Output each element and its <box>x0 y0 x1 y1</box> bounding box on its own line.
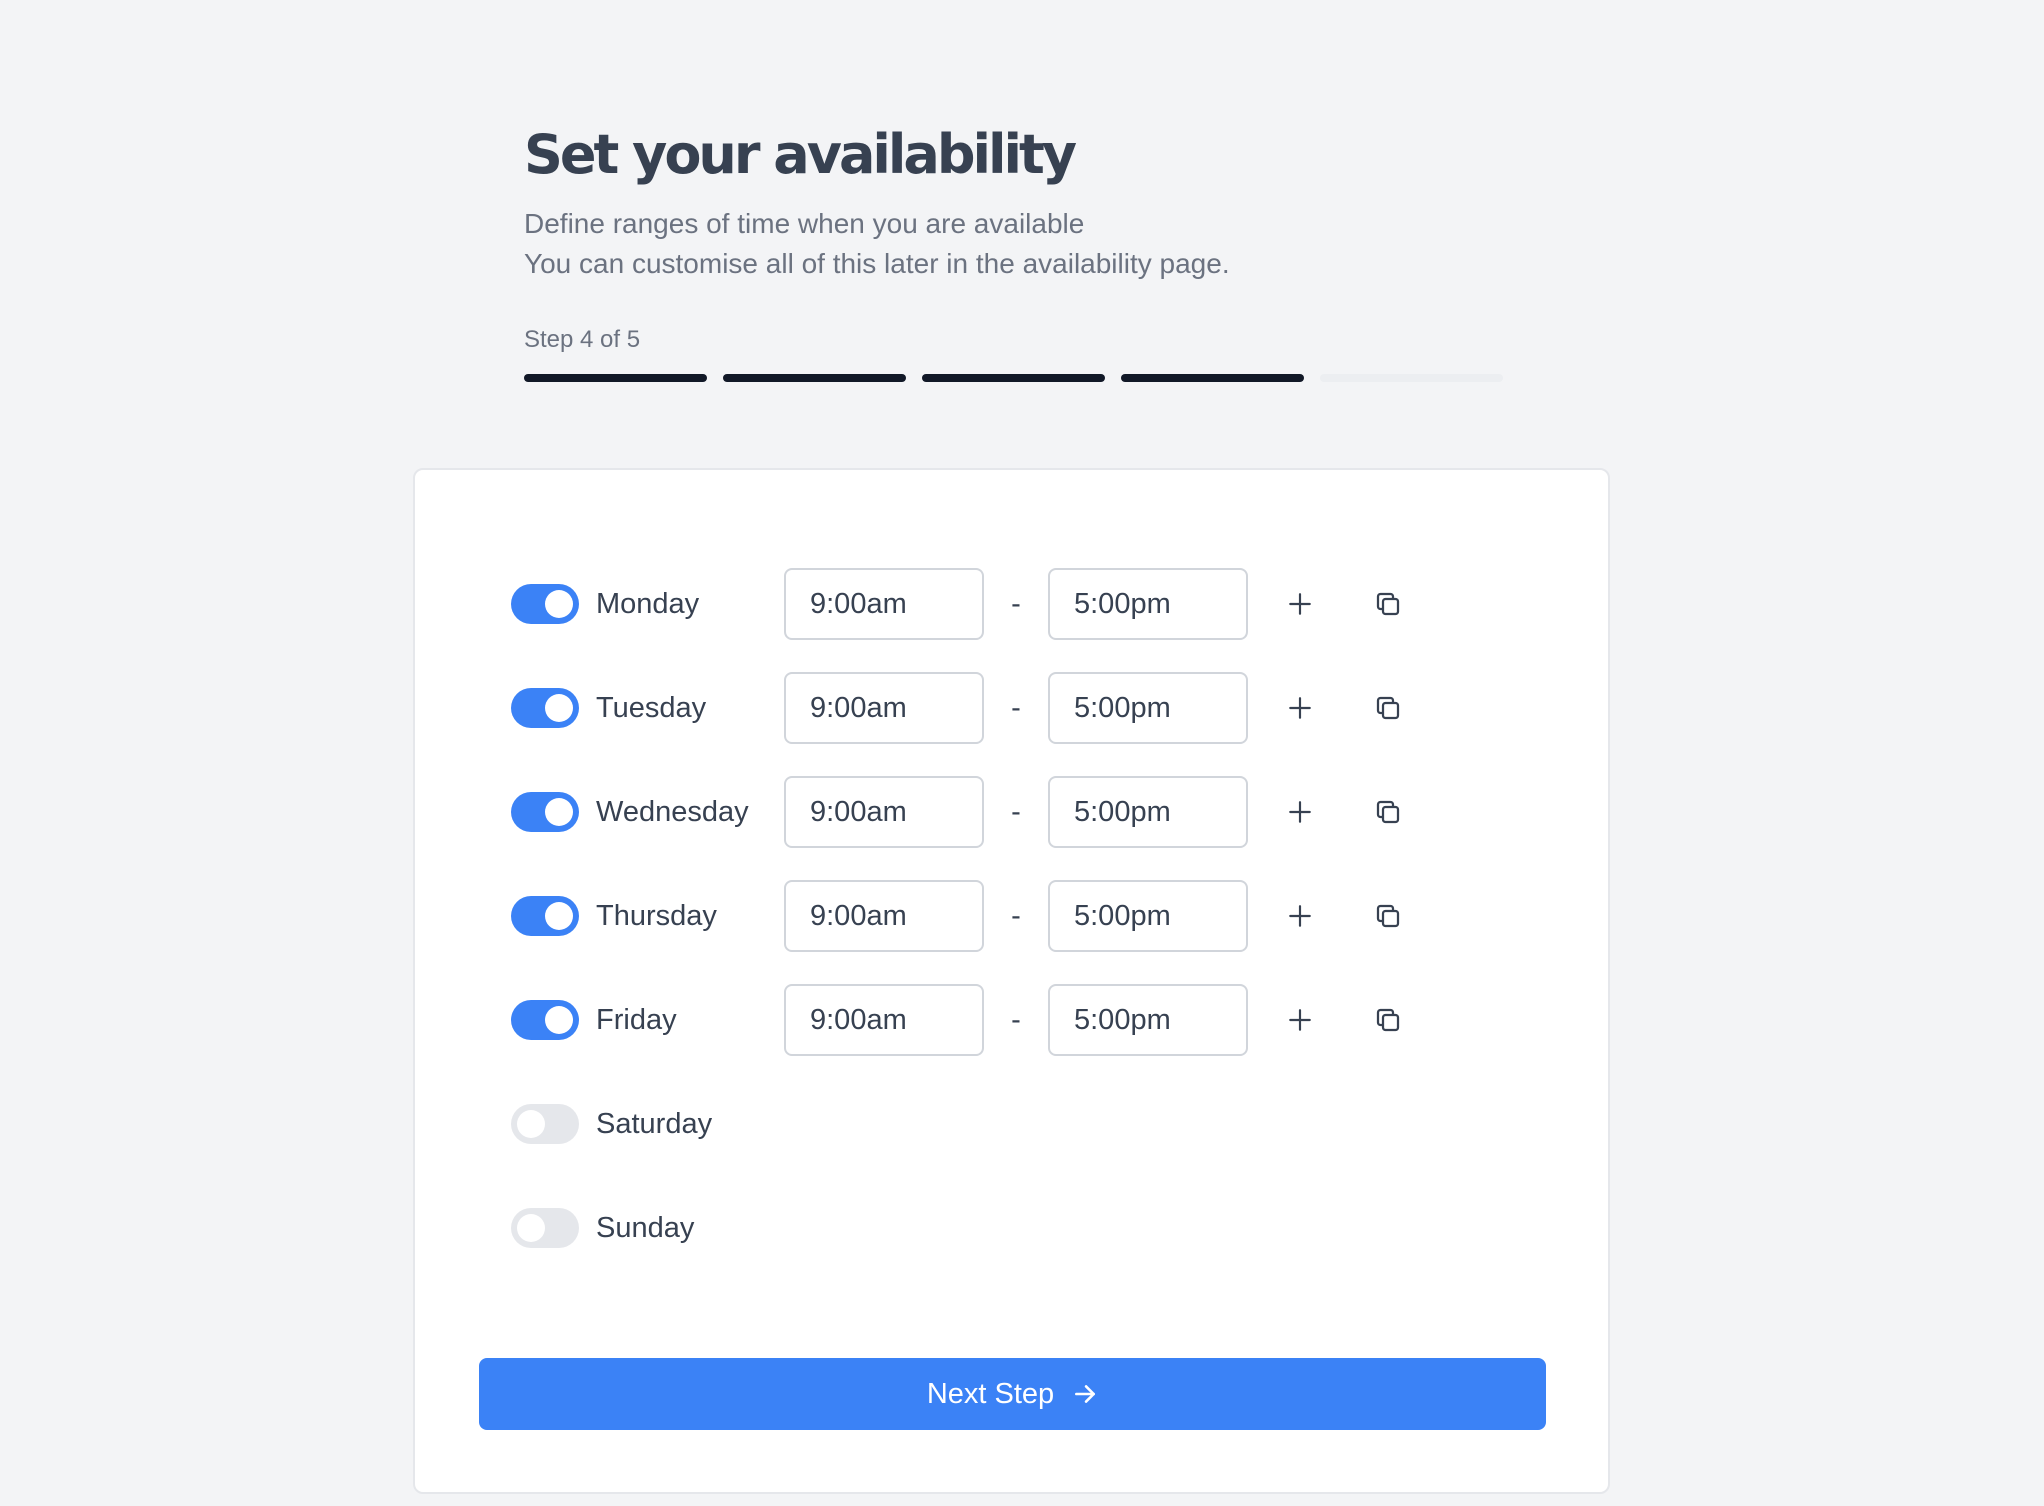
day-label-monday: Monday <box>596 587 700 620</box>
start-time-friday[interactable]: 9:00am <box>784 984 984 1056</box>
plus-icon[interactable] <box>1280 584 1320 624</box>
copy-icon[interactable] <box>1368 584 1408 624</box>
toggle-monday[interactable] <box>511 584 579 624</box>
availability-card: Monday 9:00am -5:00pm Tuesday 9:00am -5:00pm W… <box>413 468 1610 1494</box>
toggle-knob <box>545 590 573 618</box>
toggle-knob <box>517 1214 545 1242</box>
end-time-tuesday[interactable]: 5:00pm <box>1048 672 1248 744</box>
day-row-saturday: Saturday <box>511 1088 784 1160</box>
start-time-thursday[interactable]: 9:00am <box>784 880 984 952</box>
copy-icon[interactable] <box>1368 688 1408 728</box>
day-row-tuesday: Tuesday 9:00am -5:00pm <box>511 672 1408 744</box>
day-label-tuesday: Tuesday <box>596 691 707 724</box>
toggle-saturday[interactable] <box>511 1104 579 1144</box>
day-label-wednesday: Wednesday <box>596 795 749 828</box>
end-time-monday[interactable]: 5:00pm <box>1048 568 1248 640</box>
toggle-thursday[interactable] <box>511 896 579 936</box>
page-subtitle: Define ranges of time when you are avail… <box>524 204 1524 284</box>
copy-icon[interactable] <box>1368 792 1408 832</box>
toggle-wednesday[interactable] <box>511 792 579 832</box>
day-label-friday: Friday <box>596 1003 677 1036</box>
time-range-separator: - <box>1011 1003 1021 1036</box>
toggle-knob <box>545 902 573 930</box>
page-title: Set your availability <box>524 123 1077 186</box>
day-row-monday: Monday 9:00am -5:00pm <box>511 568 1408 640</box>
plus-icon[interactable] <box>1280 896 1320 936</box>
progress-segment-4 <box>1121 374 1304 382</box>
progress-segment-1 <box>524 374 707 382</box>
start-time-tuesday[interactable]: 9:00am <box>784 672 984 744</box>
plus-icon[interactable] <box>1280 1000 1320 1040</box>
step-progress <box>524 374 1524 382</box>
start-time-monday[interactable]: 9:00am <box>784 568 984 640</box>
time-range-separator: - <box>1011 795 1021 828</box>
toggle-knob <box>545 798 573 826</box>
copy-icon[interactable] <box>1368 896 1408 936</box>
progress-segment-2 <box>723 374 906 382</box>
end-time-wednesday[interactable]: 5:00pm <box>1048 776 1248 848</box>
toggle-knob <box>517 1110 545 1138</box>
toggle-knob <box>545 694 573 722</box>
time-range-separator: - <box>1011 691 1021 724</box>
day-row-thursday: Thursday 9:00am -5:00pm <box>511 880 1408 952</box>
page-header: Set your availability Define ranges of t… <box>524 120 1524 382</box>
time-range-separator: - <box>1011 587 1021 620</box>
toggle-tuesday[interactable] <box>511 688 579 728</box>
toggle-friday[interactable] <box>511 1000 579 1040</box>
next-step-label: Next Step <box>926 1377 1055 1410</box>
progress-segment-3 <box>922 374 1105 382</box>
plus-icon[interactable] <box>1280 688 1320 728</box>
toggle-sunday[interactable] <box>511 1208 579 1248</box>
toggle-knob <box>545 1006 573 1034</box>
plus-icon[interactable] <box>1280 792 1320 832</box>
end-time-thursday[interactable]: 5:00pm <box>1048 880 1248 952</box>
subtitle-line-1: Define ranges of time when you are avail… <box>524 208 1085 239</box>
copy-icon[interactable] <box>1368 1000 1408 1040</box>
next-step-button[interactable]: Next Step <box>479 1358 1546 1430</box>
end-time-friday[interactable]: 5:00pm <box>1048 984 1248 1056</box>
day-row-sunday: Sunday <box>511 1192 784 1264</box>
time-range-separator: - <box>1011 899 1021 932</box>
subtitle-line-2: You can customise all of this later in t… <box>524 248 1230 279</box>
progress-segment-5 <box>1320 374 1503 382</box>
step-label: Step 4 of 5 <box>524 326 641 353</box>
day-label-sunday: Sunday <box>596 1211 695 1244</box>
day-row-wednesday: Wednesday 9:00am -5:00pm <box>511 776 1408 848</box>
day-label-saturday: Saturday <box>596 1107 713 1140</box>
arrow-right-icon <box>1072 1381 1098 1407</box>
start-time-wednesday[interactable]: 9:00am <box>784 776 984 848</box>
day-label-thursday: Thursday <box>596 899 717 932</box>
day-row-friday: Friday 9:00am -5:00pm <box>511 984 1408 1056</box>
